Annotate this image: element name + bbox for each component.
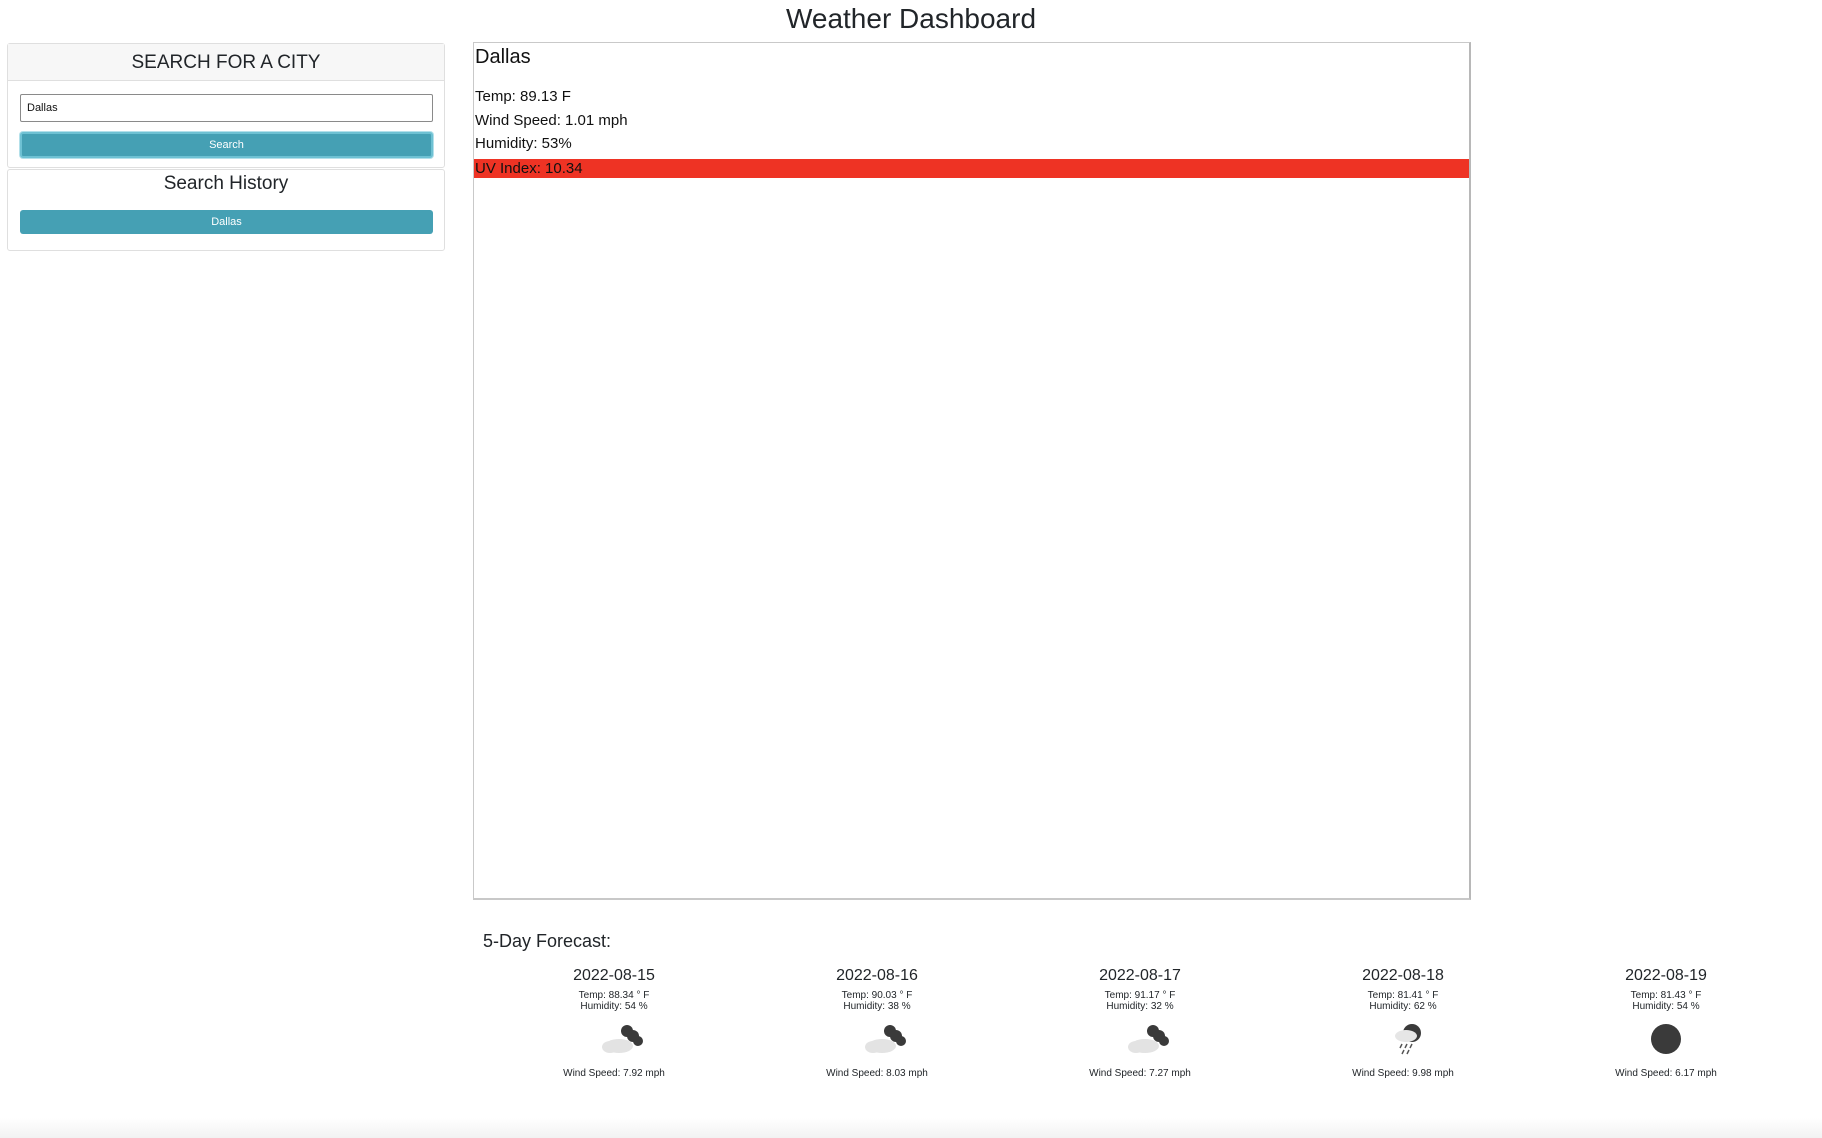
clear-night-icon bbox=[1536, 1012, 1796, 1068]
forecast-day-card: 2022-08-16 Temp: 90.03 ° F Humidity: 38 … bbox=[747, 965, 1007, 1080]
search-panel: SEARCH FOR A CITY Search bbox=[7, 43, 445, 168]
current-humidity: Humidity: 53% bbox=[475, 135, 572, 152]
forecast-humidity: Humidity: 54 % bbox=[1632, 1001, 1700, 1012]
search-history-title: Search History bbox=[163, 173, 289, 194]
forecast-wind-speed: Wind Speed: 8.03 mph bbox=[826, 1068, 928, 1079]
forecast-wind-speed: Wind Speed: 7.92 mph bbox=[563, 1068, 665, 1079]
city-search-input[interactable] bbox=[20, 94, 433, 122]
forecast-date: 2022-08-18 bbox=[1362, 967, 1444, 984]
uv-index-badge: UV Index: 10.34 bbox=[474, 159, 1469, 178]
forecast-temp: Temp: 91.17 ° F bbox=[1104, 990, 1176, 1001]
forecast-heading: 5-Day Forecast: bbox=[483, 931, 612, 951]
forecast-day-card: 2022-08-15 Temp: 88.34 ° F Humidity: 54 … bbox=[484, 965, 744, 1080]
forecast-humidity: Humidity: 32 % bbox=[1106, 1001, 1174, 1012]
forecast-wind-speed: Wind Speed: 7.27 mph bbox=[1089, 1068, 1191, 1079]
current-wind-speed: Wind Speed: 1.01 mph bbox=[475, 112, 628, 129]
forecast-row: 2022-08-15 Temp: 88.34 ° F Humidity: 54 … bbox=[484, 965, 1822, 1095]
forecast-date: 2022-08-19 bbox=[1625, 967, 1707, 984]
partly-cloudy-icon bbox=[1010, 1012, 1270, 1068]
forecast-date: 2022-08-16 bbox=[836, 967, 918, 984]
rain-icon bbox=[1273, 1012, 1533, 1068]
search-panel-header: SEARCH FOR A CITY bbox=[8, 44, 444, 81]
search-history-panel: Search History Dallas bbox=[7, 169, 445, 251]
forecast-humidity: Humidity: 54 % bbox=[580, 1001, 648, 1012]
forecast-wind-speed: Wind Speed: 9.98 mph bbox=[1352, 1068, 1454, 1079]
forecast-day-card: 2022-08-17 Temp: 91.17 ° F Humidity: 32 … bbox=[1010, 965, 1270, 1080]
current-temp: Temp: 89.13 F bbox=[475, 88, 571, 105]
forecast-temp: Temp: 90.03 ° F bbox=[841, 990, 913, 1001]
bottom-edge-shadow bbox=[0, 1118, 1822, 1138]
forecast-wind-speed: Wind Speed: 6.17 mph bbox=[1615, 1068, 1717, 1079]
forecast-temp: Temp: 81.41 ° F bbox=[1367, 990, 1439, 1001]
page-title: Weather Dashboard bbox=[785, 3, 1037, 34]
partly-cloudy-icon bbox=[484, 1012, 744, 1068]
forecast-temp: Temp: 88.34 ° F bbox=[578, 990, 650, 1001]
forecast-date: 2022-08-15 bbox=[573, 967, 655, 984]
forecast-humidity: Humidity: 62 % bbox=[1369, 1001, 1437, 1012]
forecast-humidity: Humidity: 38 % bbox=[843, 1001, 911, 1012]
forecast-temp: Temp: 81.43 ° F bbox=[1630, 990, 1702, 1001]
forecast-day-card: 2022-08-19 Temp: 81.43 ° F Humidity: 54 … bbox=[1536, 965, 1796, 1080]
search-button[interactable]: Search bbox=[20, 132, 433, 158]
current-weather-panel: Dallas Temp: 89.13 F Wind Speed: 1.01 mp… bbox=[473, 42, 1471, 900]
forecast-date: 2022-08-17 bbox=[1099, 967, 1181, 984]
forecast-day-card: 2022-08-18 Temp: 81.41 ° F Humidity: 62 … bbox=[1273, 965, 1533, 1080]
partly-cloudy-icon bbox=[747, 1012, 1007, 1068]
history-item-dallas[interactable]: Dallas bbox=[20, 210, 433, 234]
current-city-name: Dallas bbox=[475, 46, 531, 68]
